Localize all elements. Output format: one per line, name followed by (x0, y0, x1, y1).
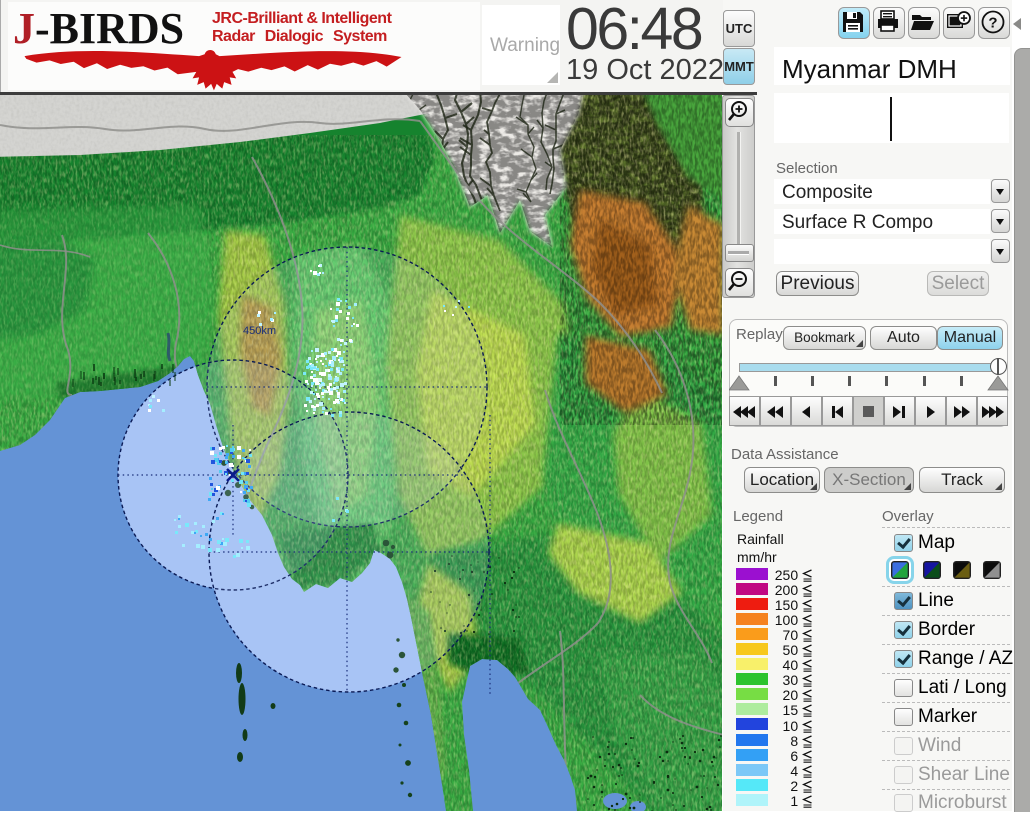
svg-text:450km: 450km (243, 325, 276, 337)
svg-text:?: ? (988, 15, 997, 32)
